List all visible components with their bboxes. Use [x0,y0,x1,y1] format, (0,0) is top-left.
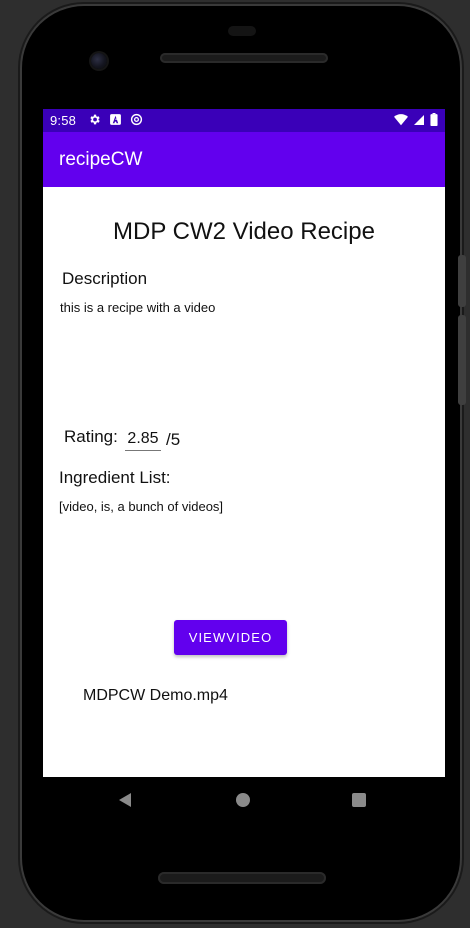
rating-label: Rating: [64,427,118,446]
home-icon[interactable] [236,793,250,807]
navigation-bar [43,777,445,825]
status-icons-left [88,113,143,131]
power-button[interactable] [458,255,466,307]
screen: 9:58 recipeCW MDP CW2 Video Recipe Descr… [43,109,445,777]
earpiece-speaker [160,53,328,63]
wifi-icon [394,113,408,131]
recipe-title: MDP CW2 Video Recipe [113,218,375,245]
status-icons-right [394,113,438,131]
volume-button[interactable] [458,315,466,405]
bottom-speaker [158,872,326,884]
recent-apps-icon[interactable] [352,793,366,807]
ingredients-text: [video, is, a bunch of videos] [59,499,224,514]
recipe-content: MDP CW2 Video Recipe Description this is… [43,187,445,777]
app-title: recipeCW [59,149,143,170]
top-sensor [228,26,256,36]
app-a-icon [109,113,122,131]
ingredients-label: Ingredient List: [59,468,171,487]
description-text: this is a recipe with a video [60,300,216,315]
settings-icon [88,113,101,131]
rating-input[interactable]: 2.85 [125,428,161,451]
sync-circle-icon [130,113,143,131]
back-icon[interactable] [119,793,131,807]
description-label: Description [62,269,148,288]
status-time: 9:58 [50,113,77,128]
status-bar: 9:58 [43,109,445,132]
battery-icon [430,113,438,131]
signal-icon [413,113,425,131]
app-bar: recipeCW [43,132,445,187]
view-video-button[interactable]: VIEWVIDEO [174,620,287,655]
video-file-name: MDPCW Demo.mp4 [83,687,228,704]
front-camera [91,53,107,69]
emulator-stage: 9:58 recipeCW MDP CW2 Video Recipe Descr… [0,0,470,928]
rating-suffix: /5 [166,430,181,449]
